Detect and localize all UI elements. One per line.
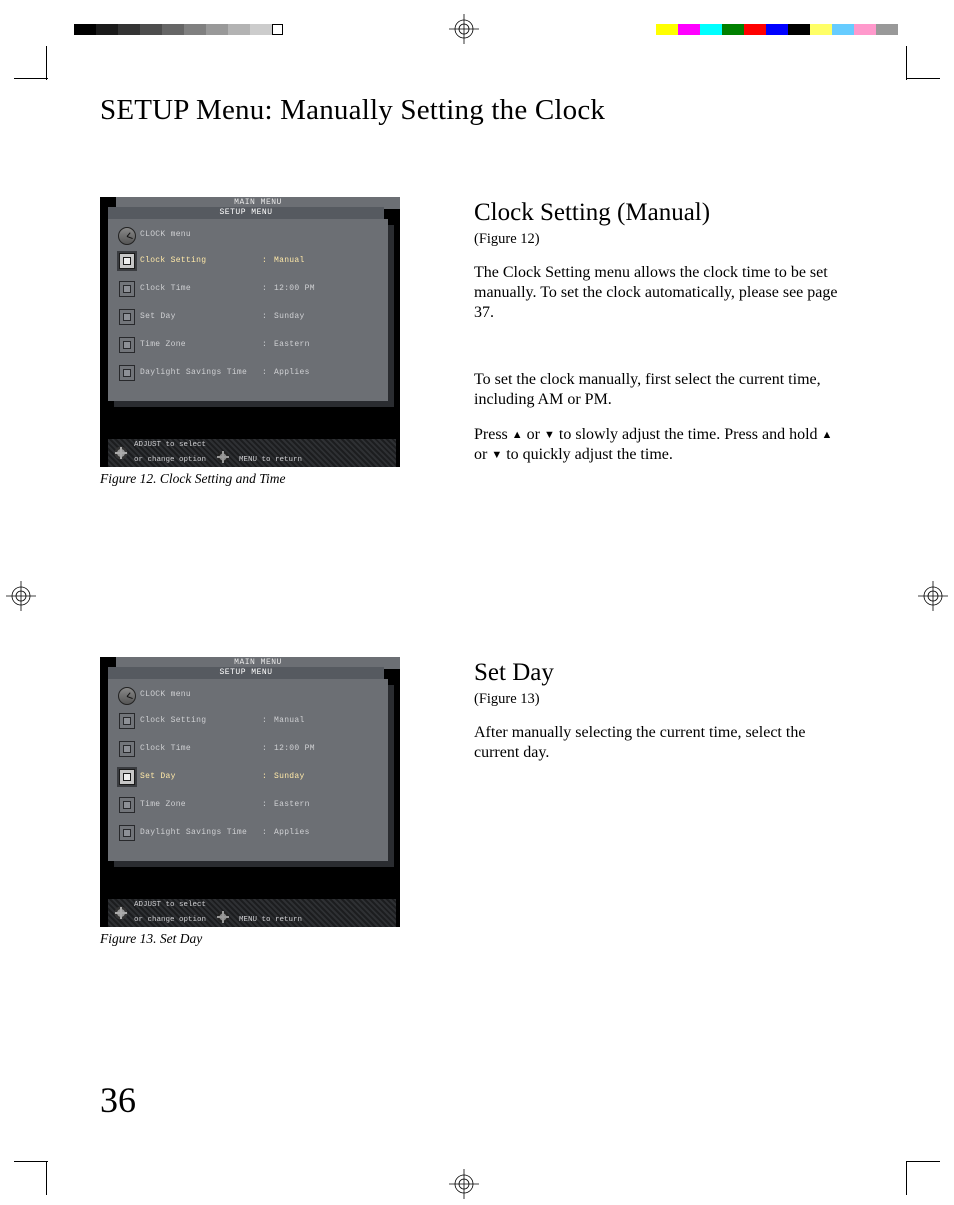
- menu-item-icon: [119, 365, 135, 381]
- registration-mark-bottom: [449, 1169, 479, 1199]
- down-triangle-icon: ▼: [491, 448, 502, 462]
- grayscale-color-bar: [74, 24, 283, 35]
- menu-item-colon: :: [262, 769, 274, 781]
- menu-item-value: Applies: [274, 825, 382, 837]
- section-heading-set-day: Set Day: [474, 657, 844, 689]
- crop-mark: [906, 1161, 940, 1195]
- menu-item-label: Time Zone: [140, 337, 262, 350]
- section-heading-clock-setting: Clock Setting (Manual): [474, 197, 844, 229]
- menu-item-icon: [119, 741, 135, 757]
- menu-header-row: CLOCK menu: [114, 225, 382, 251]
- menu-row[interactable]: Time Zone : Eastern: [114, 795, 382, 823]
- menu-item-label: Clock Time: [140, 741, 262, 754]
- menu-row[interactable]: Set Day : Sunday: [114, 767, 382, 795]
- page-title: SETUP Menu: Manually Setting the Clock: [100, 94, 860, 127]
- menu-item-value: 12:00 PM: [274, 281, 382, 293]
- menu-item-icon: [119, 769, 135, 785]
- page-number: 36: [100, 1079, 136, 1121]
- hint-bar: ADJUST to select or change option MENU t…: [108, 439, 396, 467]
- up-triangle-icon: ▲: [822, 428, 833, 442]
- menu-item-value: Eastern: [274, 337, 382, 349]
- dpad-icon: [112, 444, 130, 462]
- menu-header-label: CLOCK menu: [140, 687, 262, 700]
- menu-item-icon: [119, 825, 135, 841]
- menu-item-value: Manual: [274, 713, 382, 725]
- menu-row[interactable]: Time Zone : Eastern: [114, 335, 382, 363]
- body-text: After manually selecting the current tim…: [474, 723, 844, 764]
- menu-item-icon: [119, 337, 135, 353]
- menu-item-icon: [119, 309, 135, 325]
- menu-row[interactable]: Clock Setting : Manual: [114, 251, 382, 279]
- menu-item-colon: :: [262, 741, 274, 753]
- body-text: To set the clock manually, first select …: [474, 370, 844, 411]
- registration-mark-left: [6, 581, 36, 611]
- dpad-icon: [215, 449, 231, 465]
- figure-13-caption: Figure 13. Set Day: [100, 931, 400, 947]
- registration-mark-right: [918, 581, 948, 611]
- menu-item-label: Clock Setting: [140, 713, 262, 726]
- setup-menu-bar: SETUP MENU: [108, 207, 384, 219]
- figure-reference: (Figure 12): [474, 230, 844, 249]
- clock-icon: [118, 227, 136, 245]
- menu-item-colon: :: [262, 309, 274, 321]
- menu-row[interactable]: Daylight Savings Time : Applies: [114, 363, 382, 391]
- down-triangle-icon: ▼: [544, 428, 555, 442]
- hint-bar: ADJUST to select or change option MENU t…: [108, 899, 396, 927]
- dpad-icon: [112, 904, 130, 922]
- menu-row[interactable]: Clock Time : 12:00 PM: [114, 739, 382, 767]
- menu-item-label: Daylight Savings Time: [140, 825, 262, 838]
- cmyk-color-bar: [656, 24, 898, 35]
- figure-reference: (Figure 13): [474, 690, 844, 709]
- menu-item-colon: :: [262, 337, 274, 349]
- menu-item-label: Set Day: [140, 309, 262, 322]
- clock-icon: [118, 687, 136, 705]
- hint-text: ADJUST to select: [134, 901, 302, 910]
- hint-text: ADJUST to select: [134, 441, 302, 450]
- menu-header-row: CLOCK menu: [114, 685, 382, 711]
- menu-row[interactable]: Set Day : Sunday: [114, 307, 382, 335]
- menu-item-label: Daylight Savings Time: [140, 365, 262, 378]
- menu-item-value: 12:00 PM: [274, 741, 382, 753]
- menu-item-label: Clock Time: [140, 281, 262, 294]
- menu-item-label: Clock Setting: [140, 253, 262, 266]
- menu-item-colon: :: [262, 825, 274, 837]
- menu-item-colon: :: [262, 253, 274, 265]
- menu-item-colon: :: [262, 281, 274, 293]
- figure-12-caption: Figure 12. Clock Setting and Time: [100, 471, 400, 487]
- registration-mark-top: [449, 14, 479, 44]
- menu-body: CLOCK menu Clock Setting : Manual Clock …: [108, 219, 388, 401]
- crop-mark: [14, 46, 48, 80]
- menu-row[interactable]: Clock Setting : Manual: [114, 711, 382, 739]
- menu-row[interactable]: Clock Time : 12:00 PM: [114, 279, 382, 307]
- menu-item-value: Applies: [274, 365, 382, 377]
- setup-menu-bar: SETUP MENU: [108, 667, 384, 679]
- hint-text: or change option MENU to return: [134, 449, 302, 465]
- figure-12-screenshot: MAIN MENU SETUP MENU CLOCK menu Clock Se…: [100, 197, 400, 467]
- menu-item-value: Sunday: [274, 309, 382, 321]
- menu-item-value: Sunday: [274, 769, 382, 781]
- menu-item-value: Manual: [274, 253, 382, 265]
- dpad-icon: [215, 909, 231, 925]
- menu-item-label: Time Zone: [140, 797, 262, 810]
- menu-header-label: CLOCK menu: [140, 227, 262, 240]
- menu-item-icon: [119, 253, 135, 269]
- hint-text: or change option MENU to return: [134, 909, 302, 925]
- menu-item-colon: :: [262, 797, 274, 809]
- menu-row[interactable]: Daylight Savings Time : Applies: [114, 823, 382, 851]
- up-triangle-icon: ▲: [512, 428, 523, 442]
- menu-item-icon: [119, 797, 135, 813]
- menu-item-value: Eastern: [274, 797, 382, 809]
- menu-item-colon: :: [262, 365, 274, 377]
- body-text: The Clock Setting menu allows the clock …: [474, 263, 844, 324]
- figure-13-screenshot: MAIN MENU SETUP MENU CLOCK menu Clock Se…: [100, 657, 400, 927]
- crop-mark: [906, 46, 940, 80]
- menu-body: CLOCK menu Clock Setting : Manual Clock …: [108, 679, 388, 861]
- menu-item-icon: [119, 281, 135, 297]
- body-text: Press ▲ or ▼ to slowly adjust the time. …: [474, 425, 844, 466]
- menu-item-colon: :: [262, 713, 274, 725]
- menu-item-label: Set Day: [140, 769, 262, 782]
- menu-item-icon: [119, 713, 135, 729]
- crop-mark: [14, 1161, 48, 1195]
